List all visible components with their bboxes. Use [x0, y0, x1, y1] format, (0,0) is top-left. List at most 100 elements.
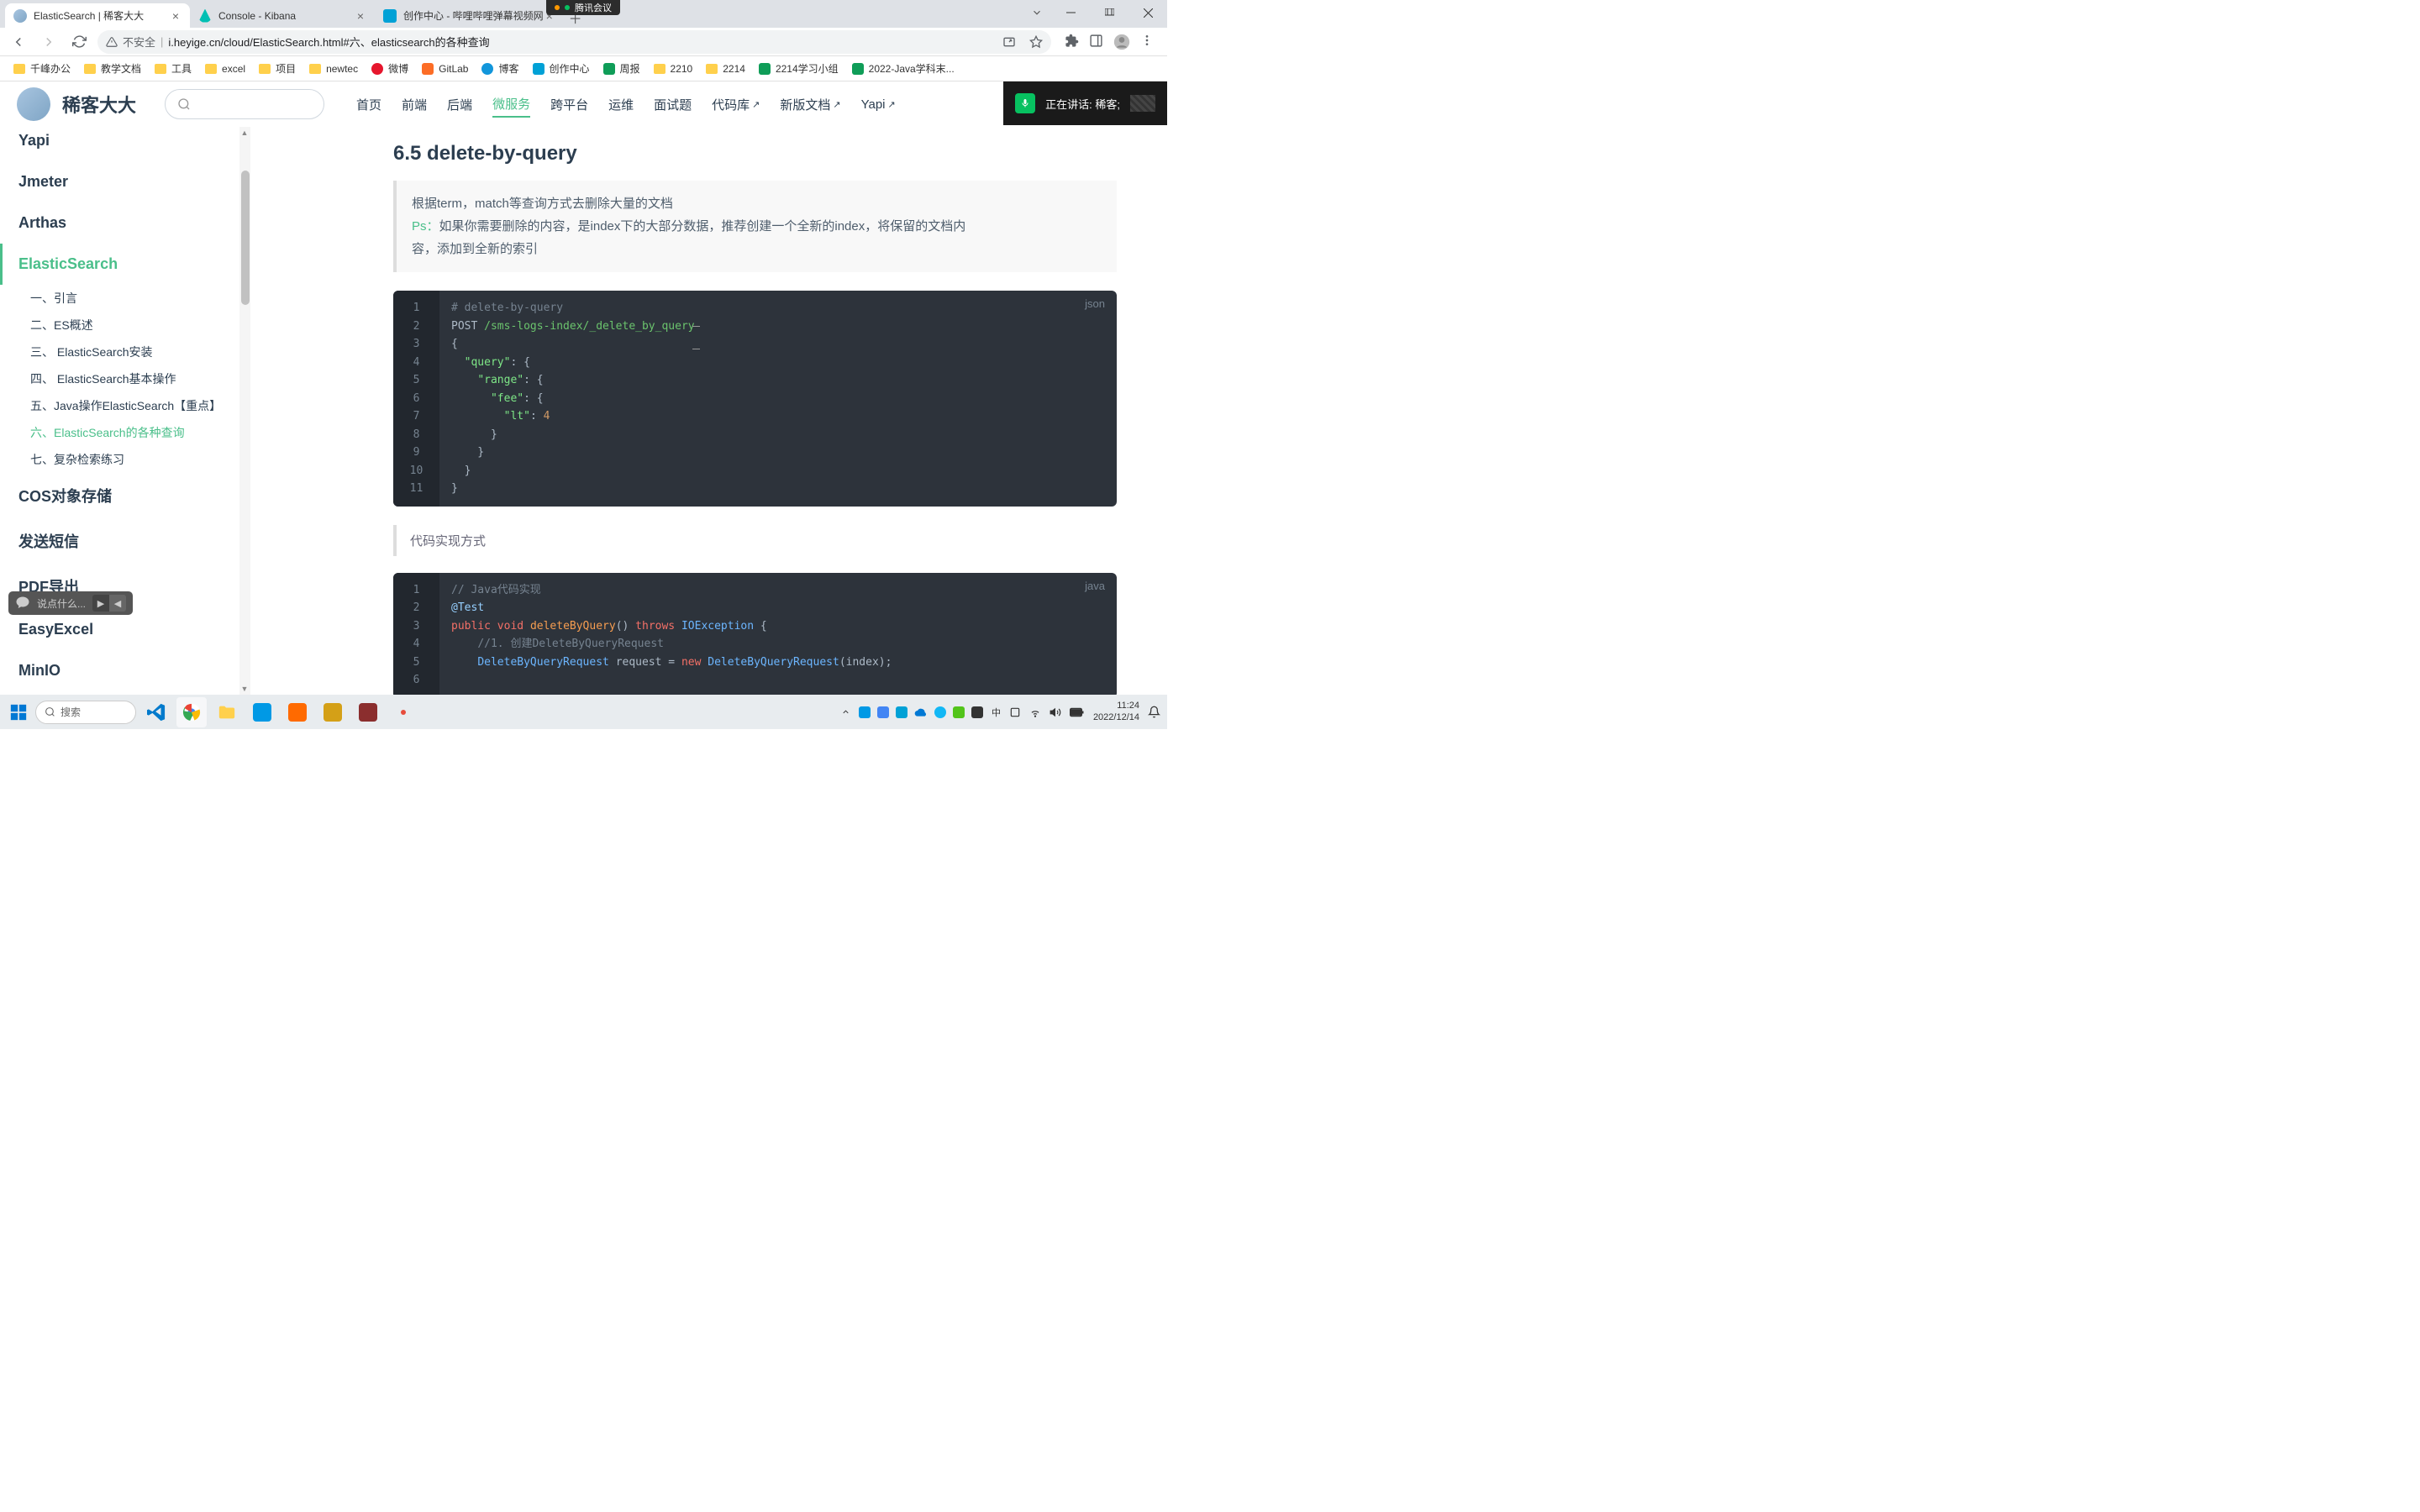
ime-indicator[interactable]: 中	[992, 706, 1001, 719]
security-icon[interactable]	[953, 706, 965, 718]
bookmark-item[interactable]: 微博	[366, 58, 413, 79]
chrome-icon[interactable]	[176, 697, 207, 727]
star-icon[interactable]	[1029, 35, 1043, 49]
bookmark-item[interactable]: 创作中心	[528, 58, 595, 79]
sidepanel-icon[interactable]	[1089, 34, 1103, 50]
chat-prev-button[interactable]: ▶	[92, 595, 109, 612]
clock[interactable]: 11:24 2022/12/14	[1093, 701, 1139, 722]
maximize-button[interactable]	[1090, 0, 1128, 25]
app-icon-2[interactable]	[282, 697, 313, 727]
share-icon[interactable]	[1002, 35, 1016, 49]
sidebar-sub-6[interactable]: 六、ElasticSearch的各种查询	[18, 419, 250, 446]
bookmark-item[interactable]: excel	[200, 60, 250, 78]
nav-home[interactable]: 首页	[356, 92, 381, 118]
volume-icon[interactable]	[1050, 706, 1061, 718]
app-icon-4[interactable]	[353, 697, 383, 727]
tray-app-icon[interactable]	[896, 706, 908, 718]
battery-icon[interactable]	[1070, 707, 1085, 717]
sidebar-item-arthas[interactable]: Arthas	[18, 202, 250, 244]
scroll-down-icon[interactable]: ▼	[240, 685, 249, 693]
nav-yapi[interactable]: Yapi↗	[861, 92, 896, 118]
url-bar[interactable]: 不安全 | i.heyige.cn/cloud/ElasticSearch.ht…	[97, 30, 1051, 54]
mic-icon[interactable]	[1015, 93, 1035, 113]
bookmark-item[interactable]: 项目	[254, 58, 301, 79]
bookmark-item[interactable]: newtec	[304, 60, 363, 78]
browser-tab-1[interactable]: ElasticSearch | 稀客大大 ×	[5, 3, 190, 28]
sidebar-item-cos[interactable]: COS对象存储	[18, 473, 250, 518]
sidebar-item-elasticsearch[interactable]: ElasticSearch	[0, 244, 250, 285]
ime-shape-icon[interactable]	[1009, 706, 1021, 718]
sidebar-item-sms[interactable]: 发送短信	[18, 518, 250, 564]
notifications-icon[interactable]	[1148, 706, 1160, 718]
app-icon-3[interactable]	[318, 697, 348, 727]
nav-backend[interactable]: 后端	[447, 92, 472, 118]
sidebar-sub-5[interactable]: 五、Java操作ElasticSearch【重点】	[18, 392, 250, 419]
scroll-up-icon[interactable]: ▲	[240, 129, 249, 137]
start-button[interactable]	[7, 701, 30, 724]
close-icon[interactable]: ×	[170, 10, 182, 22]
nav-crossplatform[interactable]: 跨平台	[550, 92, 588, 118]
code-body[interactable]: // Java代码实现 @Test public void deleteByQu…	[439, 573, 1117, 696]
taskbar-search[interactable]: 搜索	[35, 701, 136, 724]
onedrive-icon[interactable]	[914, 706, 928, 719]
bookmark-item[interactable]: 教学文档	[79, 58, 146, 79]
nav-microservice[interactable]: 微服务	[492, 92, 530, 118]
bookmark-item[interactable]: 千峰办公	[8, 58, 76, 79]
bookmark-item[interactable]: 2022-Java学科末...	[847, 58, 960, 79]
profile-icon[interactable]	[1113, 34, 1130, 50]
close-icon[interactable]: ×	[355, 10, 366, 22]
tray-expand-icon[interactable]	[841, 707, 850, 717]
nav-newdocs[interactable]: 新版文档↗	[780, 92, 840, 118]
site-avatar[interactable]	[17, 87, 50, 121]
app-icon-1[interactable]	[247, 697, 277, 727]
back-button[interactable]	[7, 30, 30, 54]
reload-button[interactable]	[67, 30, 91, 54]
nav-ops[interactable]: 运维	[608, 92, 634, 118]
sidebar-sub-4[interactable]: 四、 ElasticSearch基本操作	[18, 365, 250, 392]
drag-handle-icon[interactable]	[1130, 95, 1155, 112]
bookmark-item[interactable]: 2214学习小组	[754, 58, 844, 79]
folder-icon	[706, 64, 718, 74]
tray-app-icon[interactable]	[859, 706, 871, 718]
tray-app-icon[interactable]	[877, 706, 889, 718]
qq-icon[interactable]	[934, 706, 946, 718]
bookmark-item[interactable]: 周报	[598, 58, 645, 79]
nav-codebase[interactable]: 代码库↗	[712, 92, 760, 118]
sidebar-scrollbar[interactable]: ▲ ▼	[239, 127, 250, 695]
menu-icon[interactable]	[1140, 34, 1154, 50]
chat-input-float[interactable]: 说点什么... ▶ ◀	[8, 591, 133, 615]
sidebar-sub-2[interactable]: 二、ES概述	[18, 312, 250, 339]
scrollbar-thumb[interactable]	[241, 171, 250, 305]
wifi-icon[interactable]	[1029, 706, 1041, 718]
bookmark-item[interactable]: 工具	[150, 58, 197, 79]
minimize-button[interactable]	[1051, 0, 1090, 25]
site-search-input[interactable]	[165, 89, 324, 119]
sidebar-sub-3[interactable]: 三、 ElasticSearch安装	[18, 339, 250, 365]
sidebar-item-yapi[interactable]: Yapi	[18, 130, 250, 161]
sidebar-item-jmeter[interactable]: Jmeter	[18, 161, 250, 202]
browser-tab-2[interactable]: Console - Kibana ×	[190, 3, 375, 28]
sidebar-sub-1[interactable]: 一、引言	[18, 285, 250, 312]
bookmark-item[interactable]: 2214	[701, 60, 750, 78]
sidebar-sub-7[interactable]: 七、复杂检索练习	[18, 446, 250, 473]
tencent-meeting-bar[interactable]: 腾讯会议	[546, 0, 620, 15]
vscode-icon[interactable]	[141, 697, 171, 727]
sidebar-item-easyexcel[interactable]: EasyExcel	[18, 609, 250, 650]
app-icon-5[interactable]	[388, 697, 418, 727]
chat-next-button[interactable]: ◀	[109, 595, 126, 612]
bookmark-item[interactable]: GitLab	[417, 60, 473, 78]
nav-interview[interactable]: 面试题	[654, 92, 692, 118]
code-body[interactable]: # delete-by-query POST /sms-logs-index/_…	[439, 291, 1117, 507]
site-title[interactable]: 稀客大大	[62, 91, 136, 118]
nav-frontend[interactable]: 前端	[402, 92, 427, 118]
bookmark-item[interactable]: 2210	[649, 60, 698, 78]
forward-button[interactable]	[37, 30, 60, 54]
bookmark-item[interactable]: 博客	[476, 58, 523, 79]
extensions-icon[interactable]	[1065, 34, 1079, 50]
tray-app-icon[interactable]	[971, 706, 983, 718]
tabs-dropdown-icon[interactable]	[1031, 7, 1043, 18]
close-window-button[interactable]	[1128, 0, 1167, 25]
explorer-icon[interactable]	[212, 697, 242, 727]
sidebar-item-minio[interactable]: MinIO	[18, 650, 250, 691]
browser-tab-3[interactable]: 创作中心 - 哔哩哔哩弹幕视频网 ×	[375, 3, 564, 28]
